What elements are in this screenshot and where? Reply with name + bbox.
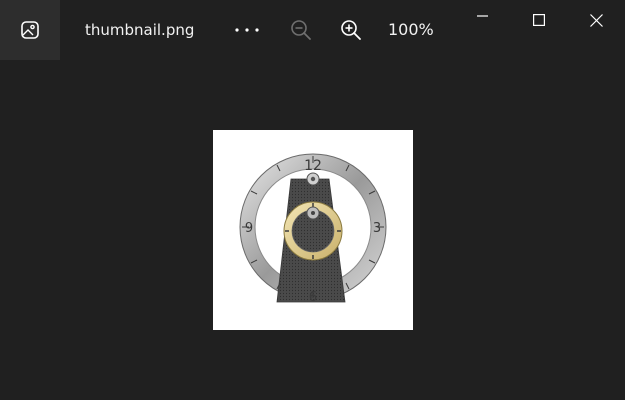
photos-app-icon bbox=[21, 21, 39, 39]
numeral-12: 12 bbox=[304, 158, 322, 174]
file-name: thumbnail.png bbox=[85, 21, 195, 39]
close-icon bbox=[589, 13, 603, 27]
title-bar: thumbnail.png 100% bbox=[0, 0, 625, 60]
close-button[interactable] bbox=[568, 0, 624, 40]
app-icon-button[interactable] bbox=[0, 0, 60, 60]
more-button[interactable] bbox=[227, 10, 267, 50]
maximize-button[interactable] bbox=[511, 0, 567, 40]
minimize-icon bbox=[477, 15, 488, 17]
numeral-9: 9 bbox=[245, 221, 253, 236]
numeral-3: 3 bbox=[373, 221, 381, 236]
zoom-in-icon bbox=[341, 20, 361, 40]
zoom-out-icon bbox=[291, 20, 311, 40]
more-icon bbox=[235, 28, 259, 32]
minimize-button[interactable] bbox=[455, 0, 511, 40]
zoom-out-button[interactable] bbox=[281, 10, 321, 50]
numeral-6: 6 bbox=[309, 290, 317, 305]
maximize-icon bbox=[533, 14, 545, 26]
clock-image: 12 3 6 9 bbox=[239, 153, 387, 305]
zoom-level[interactable]: 100% bbox=[388, 20, 434, 39]
zoom-in-button[interactable] bbox=[331, 10, 371, 50]
image-canvas[interactable]: 12 3 6 9 bbox=[213, 130, 413, 330]
